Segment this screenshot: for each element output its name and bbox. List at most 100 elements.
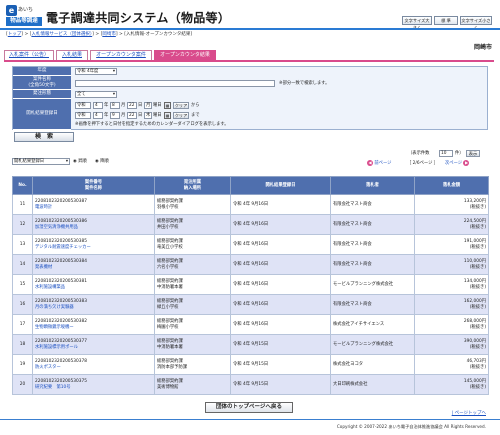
breadcrumb-service-link[interactable]: 入札情報サービス（団体選択） [31,32,92,37]
header-divider [0,28,500,30]
to-suffix: まで [191,113,200,118]
prev-page-link[interactable]: ◀ 前ページ [367,160,391,167]
to-clear-button[interactable]: クリア [173,112,189,119]
breadcrumb-municipality-link[interactable]: 岡崎市 [102,32,116,37]
to-year-input[interactable]: 4 [93,112,103,119]
result-date-label: 開札結果登録日 [13,99,71,130]
back-to-top-button[interactable]: 団体のトップページへ戻る [205,402,293,413]
breadcrumb-top-link[interactable]: トップ [8,32,22,37]
order-dept: 総務部契約課 [157,218,183,224]
row-winner: 有限会社マスト商会 [330,254,415,275]
tax-note: (税抜き) [469,324,486,330]
case-name-link[interactable]: 加湿空気清浄機共用品 [35,225,78,230]
row-dept: 総務部契約課 梅園小学校 [154,314,231,335]
row-no: 15 [12,274,33,295]
to-calendar-icon[interactable]: ▦ [164,112,171,119]
to-era-select[interactable]: 令和 [75,112,91,119]
table-row: 19 2208102320200530378 防火ポスター 総務部契約課 消防本部予防課… [12,354,489,375]
tax-note: (税抜き) [469,344,486,350]
amount-value: 133,200円 [463,198,486,204]
logo-bottom-text: 物品等調達 [6,17,42,26]
tab-open-counter-cases[interactable]: オープンカウンタ案件 [90,50,152,60]
to-day-input[interactable]: 22 [127,112,137,119]
logo-e-icon: e [6,5,17,16]
row-amount: 390,000円 (税抜き) [414,334,489,355]
font-size-large-button[interactable]: 文字サイズ大きく [402,16,432,30]
order-type-select[interactable]: 全て ▾ [75,91,117,98]
display-button[interactable]: 表示 [466,150,480,157]
case-name-link[interactable]: 発表機材 [35,265,52,270]
tax-note: (税抜き) [469,264,486,270]
municipality-name: 岡崎市 [473,44,492,51]
case-name-link[interactable]: 月の満ち欠け実験器 [35,305,74,310]
row-amount: 224,500円 (税抜き) [414,214,489,235]
year-select[interactable]: 令和 4年度 ▾ [75,68,117,75]
row-amount: 133,200円 (税抜き) [414,194,489,215]
next-page-link[interactable]: 次ページ ▶ [445,160,470,167]
page-top-link[interactable]: | ページトップへ [452,410,486,416]
from-clear-button[interactable]: クリア [173,102,189,109]
row-no: 17 [12,314,33,335]
to-weekday: 木 [144,112,152,119]
case-name-link[interactable]: 水利施設構築品 [35,285,65,290]
font-size-standard-button[interactable]: 標 準 [434,16,458,25]
case-number: 2208102320200530385 [35,238,87,244]
font-size-small-button[interactable]: 文字サイズ小さく [460,16,492,30]
delivery-place: 消防本部予防課 [157,364,188,370]
tab-open-counter-results[interactable]: オープンカウンタ結果 [154,50,216,60]
case-number: 2208102320200530382 [35,318,87,324]
row-case: 2208102320200530381 水利施設構築品 [32,274,155,295]
table-row: 11 2208102320200530387 電波時計 総務部契約課 羽根小学校 令和 4… [12,194,489,215]
row-case: 2208102320200530377 水利施設標示用ポール [32,334,155,355]
order-dept: 総務部契約課 [157,258,183,264]
delivery-place: 井田小学校 [157,224,179,230]
row-date: 令和 4年 9月16日 [230,314,331,335]
sort-field-select[interactable]: 開札結果登録日 ▾ [12,158,70,165]
tab-bid-cases[interactable]: 入札案件（公告） [4,50,54,60]
col-winner: 落札者 [330,176,415,195]
row-case: 2208102320200530382 生物顕微鏡示唆機ー [32,314,155,335]
row-date: 令和 4年 9月15日 [230,334,331,355]
delivery-place: 緑丘小学校 [157,304,179,310]
case-name-link[interactable]: 生物顕微鏡示唆機ー [35,325,74,330]
pagination-controls: （表示件数 10 件） 表示 ◀ 前ページ ［ 2/6ページ ］ 次ページ ▶ [360,150,490,172]
row-dept: 総務部契約課 消防本部予防課 [154,354,231,375]
row-case: 2208102320200530375 研究紀要 第10号 [32,374,155,395]
row-winner: 有限会社マスト商会 [330,194,415,215]
site-logo[interactable]: e あいち 物品等調達 [6,5,42,27]
case-name-link[interactable]: デジタル耐震速度チェッカー [35,245,91,250]
tab-divider [4,60,494,62]
chevron-down-icon: ▾ [65,159,68,164]
from-day-input[interactable]: 22 [127,102,137,109]
tab-bid-results[interactable]: 入札結果 [56,50,88,60]
from-suffix: から [191,103,200,108]
case-name-link[interactable]: 水利施設標示用ポール [35,345,78,350]
prev-page-label: 前ページ [374,161,392,166]
display-count-select[interactable]: 10 [439,150,453,157]
sort-desc-radio[interactable]: ◉ 降順 [95,158,109,165]
case-number: 2208102320200530383 [35,298,87,304]
sort-asc-radio[interactable]: ◉ 昇順 [73,158,87,165]
from-era-select[interactable]: 令和 [75,102,91,109]
case-name-link[interactable]: 防火ポスター [35,365,61,370]
to-month-input[interactable]: 9 [110,112,120,119]
case-name-input[interactable] [75,80,275,87]
from-month-input[interactable]: 8 [110,102,120,109]
breadcrumb-separator: > [119,32,123,37]
row-dept: 総務部契約課 井田小学校 [154,214,231,235]
from-year-input[interactable]: 4 [93,102,103,109]
case-name-link[interactable]: 電波時計 [35,205,52,210]
case-name-link[interactable]: 研究紀要 第10号 [35,385,71,390]
search-button[interactable]: 検 索 [14,132,74,142]
case-number: 2208102320200530384 [35,258,87,264]
delivery-place: 梅園小学校 [157,324,179,330]
from-calendar-icon[interactable]: ▦ [164,102,171,109]
row-case: 2208102320200530378 防火ポスター [32,354,155,375]
row-no: 13 [12,234,33,255]
row-case: 2208102320200530384 発表機材 [32,254,155,275]
amount-value: 46,703円 [466,358,486,364]
tax-note: (税抜き) [469,244,486,250]
prev-page-icon: ◀ [367,160,373,166]
radio-selected-icon: ◉ [73,159,77,164]
delivery-place: 六名小学校 [157,264,179,270]
